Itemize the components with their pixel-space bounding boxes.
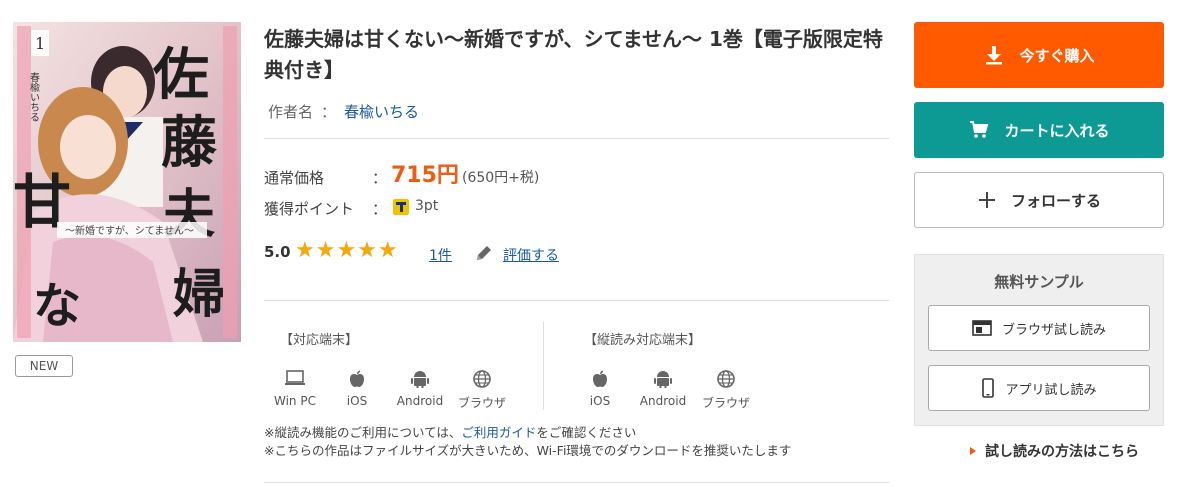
vertical-devices-heading: 【縦読み対応端末】: [584, 333, 702, 348]
supported-devices-heading: 【対応端末】: [280, 333, 359, 348]
svg-text:婦: 婦: [173, 264, 225, 325]
apple-icon: [570, 368, 630, 390]
device-label: Android: [396, 394, 444, 408]
sample-howto-link[interactable]: 試し読みの方法はこちら: [985, 441, 1139, 461]
divider: [264, 482, 889, 483]
cart-icon: [968, 119, 990, 141]
price-value: 715円: [391, 163, 459, 188]
device-label: iOS: [346, 394, 368, 408]
price-colon: ：: [372, 169, 388, 187]
svg-text:～新婚ですが、シてません～: ～新婚ですが、シてません～: [65, 224, 194, 237]
points-label: 獲得ポイント: [264, 200, 355, 218]
download-icon: [983, 44, 1005, 66]
divider: [264, 300, 889, 301]
browser-sample-label: ブラウザ試し読み: [1001, 322, 1106, 338]
new-badge: NEW: [15, 355, 73, 377]
smartphone-icon: [981, 378, 995, 398]
add-to-cart-button[interactable]: カートに入れる: [914, 102, 1164, 158]
cover-art: 佐 藤 夫 婦 甘 な ～新婚ですが、シてません～ 1 春楡いちる: [13, 22, 241, 342]
free-sample-title: 無料サンプル: [994, 273, 1084, 291]
device-label: Android: [639, 394, 687, 408]
svg-text:佐: 佐: [152, 42, 209, 108]
arrow-right-icon: [970, 447, 976, 455]
browser-window-icon: [972, 319, 992, 337]
device-android: Android: [390, 368, 450, 408]
review-count-link[interactable]: 1件: [429, 245, 452, 265]
write-review-link[interactable]: 評価する: [503, 245, 559, 265]
author-label: 作者名: [268, 103, 314, 121]
app-sample-button[interactable]: アプリ試し読み: [928, 365, 1150, 411]
product-title: 佐藤夫婦は甘くない～新婚ですが、シてません～ 1巻【電子版限定特典付き】: [264, 27, 883, 82]
usage-guide-link[interactable]: ご利用ガイド: [461, 425, 536, 440]
divider: [264, 138, 889, 139]
follow-button[interactable]: フォローする: [914, 172, 1164, 228]
vertical-device-android: Android: [633, 368, 693, 408]
svg-text:春楡いちる: 春楡いちる: [28, 72, 40, 122]
device-label: iOS: [589, 394, 611, 408]
svg-text:藤: 藤: [161, 110, 218, 176]
note-line-1: ※縦読み機能のご利用については、ご利用ガイドをご確認ください: [264, 424, 791, 442]
vertical-device-ios: iOS: [570, 368, 630, 408]
free-sample-panel: 無料サンプル ブラウザ試し読み アプリ試し読み: [914, 254, 1164, 426]
note-text: ※縦読み機能のご利用については、: [264, 425, 462, 440]
book-cover-image[interactable]: 佐 藤 夫 婦 甘 な ～新婚ですが、シてません～ 1 春楡いちる: [13, 22, 241, 342]
author-sep: ：: [321, 103, 337, 121]
vertical-device-browser: ブラウザ: [696, 368, 756, 411]
device-browser: ブラウザ: [452, 368, 512, 411]
android-icon: [390, 368, 450, 390]
globe-icon: [696, 368, 756, 390]
android-icon: [633, 368, 693, 390]
author-link[interactable]: 春楡いちる: [344, 103, 419, 121]
pc-icon: [265, 368, 325, 390]
device-label: Win PC: [274, 394, 316, 408]
device-divider: [543, 322, 544, 410]
note-line-2: ※こちらの作品はファイルサイズが大きいため、Wi-Fi環境でのダウンロードを推奨…: [264, 443, 792, 458]
device-label: ブラウザ: [457, 396, 506, 410]
notes: ※縦読み機能のご利用については、ご利用ガイドをご確認ください ※こちらの作品はフ…: [264, 424, 791, 460]
svg-text:1: 1: [35, 34, 45, 53]
globe-icon: [452, 368, 512, 390]
plus-icon: [977, 190, 997, 210]
buy-now-button[interactable]: 今すぐ購入: [914, 22, 1164, 88]
device-ios: iOS: [327, 368, 387, 408]
pencil-icon: [474, 243, 494, 267]
follow-label: フォローする: [1010, 191, 1101, 210]
device-win-pc: Win PC: [265, 368, 325, 408]
app-sample-label: アプリ試し読み: [1005, 382, 1097, 398]
device-label: ブラウザ: [701, 396, 750, 410]
price-tax-note: (650円+税): [462, 170, 540, 186]
add-to-cart-label: カートに入れる: [1004, 121, 1110, 140]
star-rating: ★★★★★: [295, 238, 399, 263]
buy-now-label: 今すぐ購入: [1019, 46, 1095, 65]
apple-icon: [327, 368, 387, 390]
author-row: 作者名 ： 春楡いちる: [268, 101, 419, 122]
points-colon: ：: [372, 200, 388, 218]
rating-score: 5.0: [264, 243, 291, 261]
regular-price-label: 通常価格: [264, 169, 325, 187]
note-text: をご確認ください: [536, 425, 637, 440]
svg-text:な: な: [33, 278, 81, 334]
points-value: 3pt: [415, 198, 439, 214]
tpoint-icon: [393, 199, 409, 215]
browser-sample-button[interactable]: ブラウザ試し読み: [928, 305, 1150, 351]
